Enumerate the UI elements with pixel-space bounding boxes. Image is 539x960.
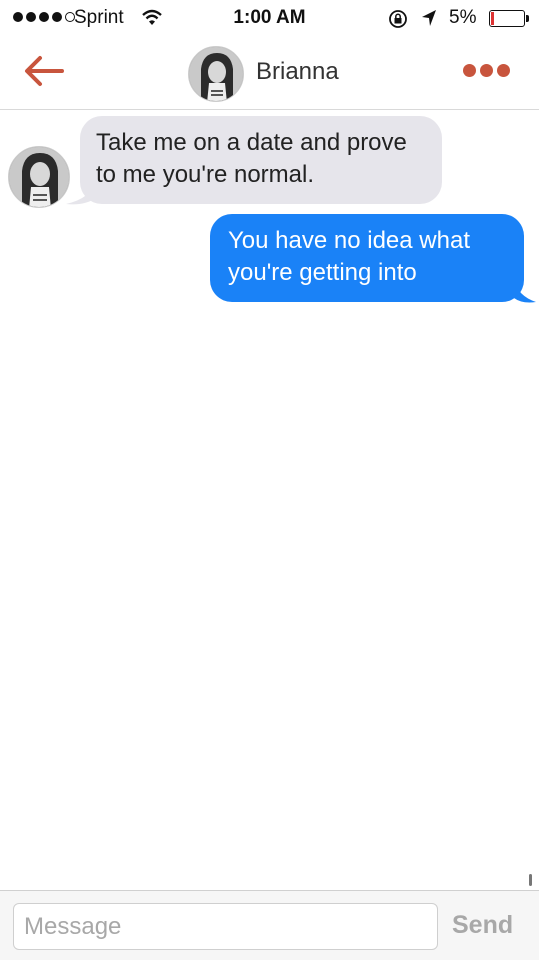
contact-avatar[interactable]: [188, 46, 244, 102]
chat-header: Brianna: [0, 38, 539, 110]
contact-name[interactable]: Brianna: [256, 58, 339, 86]
scrollbar[interactable]: [529, 874, 532, 886]
battery-percentage: 5%: [449, 7, 477, 28]
more-dots-icon: [463, 64, 476, 77]
outgoing-message-text: You have no idea what you're getting int…: [228, 227, 470, 286]
more-dot: [497, 64, 510, 77]
battery-tip: [526, 15, 529, 22]
chat-screen: Sprint 1:00 AM 5% Brianna Take me on a d…: [0, 0, 539, 960]
back-arrow-icon: [25, 56, 64, 86]
message-input[interactable]: [13, 903, 438, 950]
message-sender-avatar[interactable]: [8, 146, 70, 208]
send-button[interactable]: Send: [452, 911, 513, 940]
outgoing-message-bubble[interactable]: You have no idea what you're getting int…: [210, 214, 524, 302]
status-bar: Sprint 1:00 AM 5%: [0, 0, 539, 38]
battery-icon: [489, 10, 525, 27]
more-dot: [480, 64, 493, 77]
battery-level: [491, 12, 494, 25]
composer-bar: Send: [0, 890, 539, 960]
incoming-message-text: Take me on a date and prove to me you're…: [96, 129, 407, 188]
back-button[interactable]: [22, 52, 68, 90]
incoming-message-bubble[interactable]: Take me on a date and prove to me you're…: [80, 116, 442, 204]
avatar-photo: [189, 47, 243, 101]
location-arrow-icon: [420, 8, 438, 34]
more-options-button[interactable]: [463, 64, 510, 77]
avatar-photo: [9, 147, 69, 207]
rotation-lock-icon: [387, 8, 409, 36]
